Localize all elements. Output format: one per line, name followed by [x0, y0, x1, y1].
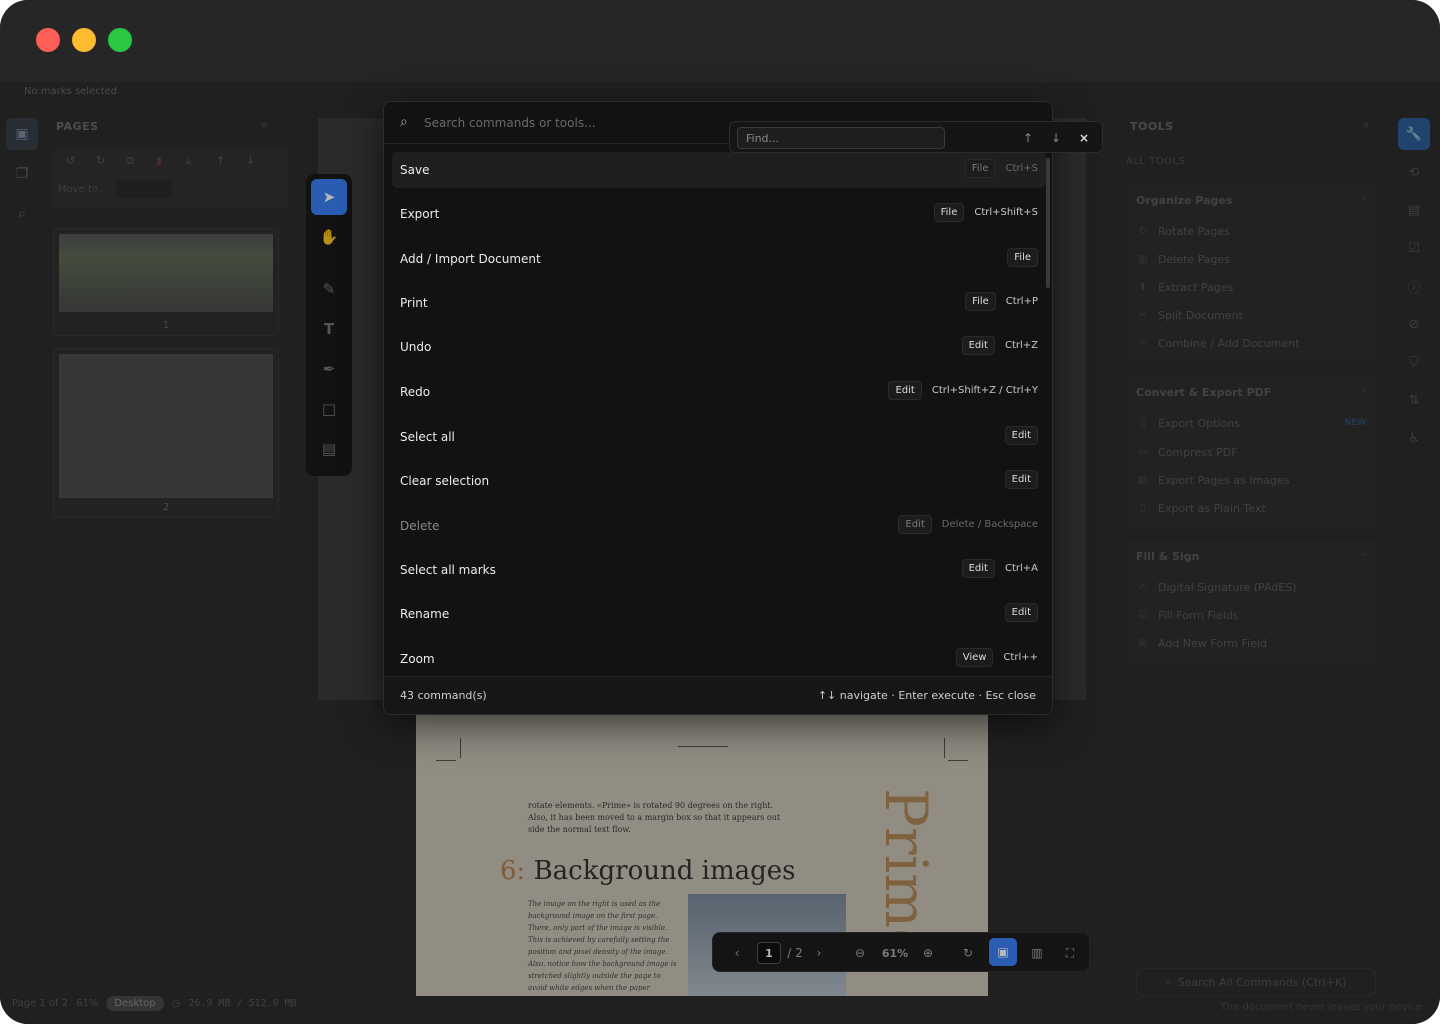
command-category: Edit — [961, 559, 995, 578]
command-search-input[interactable] — [424, 112, 744, 134]
command-count: 43 command(s) — [400, 689, 487, 702]
command-label: Select all marks — [400, 563, 496, 577]
command-shortcut: Ctrl++ — [1003, 652, 1038, 663]
minimize-window-button[interactable] — [72, 28, 96, 52]
command-category: File — [1007, 248, 1038, 267]
command-redo[interactable]: Redo Edit Ctrl+Shift+Z / Ctrl+Y — [392, 374, 1046, 410]
command-rename[interactable]: Rename Edit — [392, 596, 1046, 632]
command-add-import-document[interactable]: Add / Import Document File — [392, 241, 1046, 277]
close-icon[interactable]: × — [1074, 128, 1094, 148]
command-category: File — [933, 203, 965, 222]
find-input[interactable] — [737, 127, 945, 149]
command-label: Export — [400, 207, 440, 221]
command-shortcut: Ctrl+Shift+S — [974, 207, 1038, 218]
close-window-button[interactable] — [36, 28, 60, 52]
command-shortcut: Ctrl+A — [1004, 563, 1038, 574]
command-label: Clear selection — [400, 474, 490, 488]
command-shortcut: Ctrl+Z — [1004, 340, 1038, 351]
find-previous-icon[interactable]: ↑ — [1018, 128, 1038, 148]
command-category: File — [964, 159, 996, 178]
maximize-window-button[interactable] — [108, 28, 132, 52]
command-category: Edit — [1004, 603, 1038, 622]
command-undo[interactable]: Undo Edit Ctrl+Z — [392, 329, 1046, 365]
command-shortcut: Ctrl+S — [1005, 163, 1038, 174]
command-label: Select all — [400, 430, 455, 444]
command-select-all[interactable]: Select all Edit — [392, 419, 1046, 455]
command-export[interactable]: Export File Ctrl+Shift+S — [392, 196, 1046, 232]
command-clear-selection[interactable]: Clear selection Edit — [392, 463, 1046, 499]
command-label: Print — [400, 296, 428, 310]
command-shortcut: Ctrl+P — [1005, 296, 1038, 307]
command-shortcut: Delete / Backspace — [941, 519, 1038, 530]
command-category: View — [955, 648, 994, 667]
command-select-all-marks[interactable]: Select all marks Edit Ctrl+A — [392, 552, 1046, 588]
command-label: Zoom — [400, 652, 435, 666]
find-next-icon[interactable]: ↓ — [1046, 128, 1066, 148]
keyboard-hint: ↑↓ navigate · Enter execute · Esc close — [817, 689, 1036, 702]
palette-footer: 43 command(s) ↑↓ navigate · Enter execut… — [384, 676, 1052, 714]
command-category: File — [965, 292, 996, 311]
command-category: Edit — [898, 515, 932, 534]
command-label: Add / Import Document — [400, 252, 541, 266]
command-save[interactable]: Save File Ctrl+S — [392, 152, 1046, 188]
command-label: Redo — [400, 385, 431, 399]
command-label: Save — [400, 163, 430, 177]
command-label: Undo — [400, 340, 432, 354]
command-shortcut: Ctrl+Shift+Z / Ctrl+Y — [931, 385, 1038, 396]
command-category: Edit — [961, 336, 995, 355]
palette-scrollbar[interactable] — [1046, 158, 1050, 288]
command-category: Edit — [1004, 426, 1038, 445]
command-label: Rename — [400, 607, 450, 621]
title-bar — [0, 0, 1440, 82]
command-palette: ⌕ Save File Ctrl+S Export File Ctrl+Shift+S … — [383, 101, 1053, 715]
command-delete[interactable]: Delete Edit Delete / Backspace — [392, 508, 1046, 544]
find-bar: ↑ ↓ × — [729, 121, 1103, 153]
search-icon: ⌕ — [400, 114, 408, 130]
command-category: Edit — [1004, 470, 1038, 489]
command-list: Save File Ctrl+S Export File Ctrl+Shift+S Ad… — [384, 148, 1052, 680]
command-category: Edit — [888, 381, 922, 400]
app-window: No marks selected ▣ ❐ ⌕ PAGES « ↺ ↻ ⧉ ▮ … — [0, 0, 1440, 1024]
command-label: Delete — [400, 519, 440, 533]
command-print[interactable]: Print File Ctrl+P — [392, 285, 1046, 321]
command-zoom[interactable]: Zoom View Ctrl++ — [392, 641, 1046, 677]
